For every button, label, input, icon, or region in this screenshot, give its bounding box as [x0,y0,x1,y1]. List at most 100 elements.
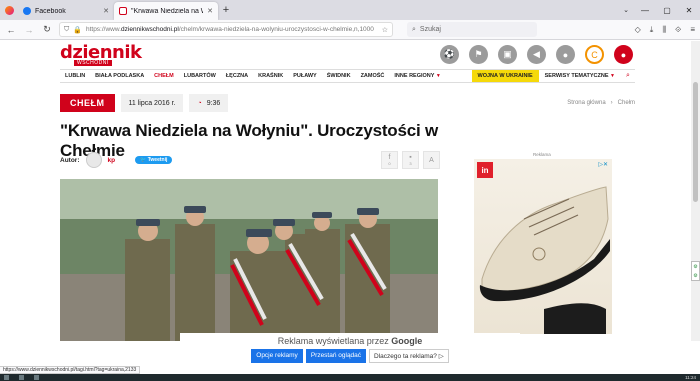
browser-window: Facebook ✕ "Krwawa Niedziela na Wołyniu"… [0,0,700,381]
lock-icon[interactable]: 🔒 [73,26,82,34]
nav-item-inne-regiony[interactable]: INNE REGIONY ▼ [389,73,445,79]
war-in-ukraine-link[interactable]: WOJNA W UKRAINIE [471,70,539,82]
article-time: ◔ 9:36 [189,94,229,112]
facebook-favicon-icon [23,7,31,15]
library-icon[interactable]: ⫼ [662,25,666,35]
ad-options-button[interactable]: Opcje reklamy [251,349,303,363]
user-icon[interactable]: ● [614,45,633,64]
close-window-button[interactable]: ✕ [678,0,700,20]
google-ad-text: Reklama wyświetlana przez Google [277,336,423,346]
sport2-icon[interactable]: ⚑ [469,45,488,64]
list-tabs-button[interactable]: ⌄ [618,0,634,20]
nav-item-leczna[interactable]: ŁĘCZNA [221,73,253,79]
tab-title: "Krwawa Niedziela na Wołyniu" [131,7,203,15]
facebook-share-button[interactable]: f0 [381,151,398,169]
navigation-toolbar: ← → ↻ ⛉ 🔒 https://www.dziennikwschodni.p… [0,20,700,40]
author-label: Autor: [60,156,80,164]
maximize-button[interactable]: ▢ [656,0,678,20]
tab-facebook[interactable]: Facebook ✕ [18,2,114,20]
stop-seeing-ad-button[interactable]: Przestań oglądać [305,349,367,363]
nav-item-lubartow[interactable]: LUBARTÓW [179,73,221,79]
floating-side-widget[interactable]: ⚙ ⚙ [691,261,700,281]
tab-dziennik[interactable]: "Krwawa Niedziela na Wołyniu" ✕ [114,2,218,20]
taskbar-app-icon[interactable] [19,375,24,380]
author-name[interactable]: kp [108,157,116,164]
font-size-button[interactable]: A [423,151,440,169]
font-size-icon: A [429,156,434,164]
search-bar[interactable]: ⌕ Szukaj [407,22,537,37]
comment-icon: ▪ [409,154,412,161]
city-badge[interactable]: CHEŁM [60,94,115,112]
dziennik-favicon-icon [119,7,127,15]
chat-icon[interactable]: ● [556,45,575,64]
search-placeholder: Szukaj [419,26,441,33]
pocket-icon[interactable]: ◇ [635,25,641,35]
new-tab-button[interactable]: + [218,0,234,20]
breadcrumb: Strona główna › Chełm [567,100,635,106]
veterans-parade-image [60,179,438,341]
tab-title: Facebook [35,7,66,15]
why-this-ad-button[interactable]: Dlaczego ta reklama? ▷ [369,349,449,363]
shield-icon[interactable]: ⛉ [64,26,69,34]
bookmark-star-icon[interactable]: ☆ [382,26,388,34]
ad-label: Reklama [533,152,551,157]
os-taskbar: 11:24 [0,374,700,381]
tweet-button[interactable]: 🐦 Tweetnij [135,156,173,164]
taskbar-app-icon[interactable] [34,375,39,380]
nav-item-biala-podlaska[interactable]: BIAŁA PODLASKA [90,73,149,79]
breadcrumb-separator: › [610,100,613,106]
article-meta: CHEŁM 11 lipca 2016 r. ◔ 9:36 Strona głów… [60,94,635,112]
reload-button[interactable]: ↻ [41,24,53,35]
nav-item-zamosc[interactable]: ZAMOŚĆ [356,73,390,79]
settings-icon: ⚙ [693,263,698,270]
article-date: 11 lipca 2016 r. [120,94,184,112]
breadcrumb-city[interactable]: Chełm [618,100,635,106]
address-bar[interactable]: ⛉ 🔒 https://www.dziennikwschodni.pl/chel… [59,22,393,37]
megaphone-icon[interactable]: ◀ [527,45,546,64]
breadcrumb-home[interactable]: Strona główna [567,100,605,106]
nav-item-lublin[interactable]: LUBLIN [60,73,90,79]
site-search-icon[interactable]: ⌕ [621,72,635,80]
extensions-icon[interactable]: ⟐ [675,25,681,35]
nav-item-krasnik[interactable]: KRAŚNIK [253,73,288,79]
site-logo[interactable]: dziennik WSCHODNI [60,43,180,71]
settings-icon: ⚙ [693,272,698,279]
thematic-services-menu[interactable]: SERWISY TEMATYCZNE ▼ [539,73,621,79]
close-tab-icon[interactable]: ✕ [207,7,213,15]
minimize-button[interactable]: — [634,0,656,20]
url-text: https://www.dziennikwschodni.pl/chelm/kr… [85,26,374,33]
vertical-scrollbar[interactable] [691,41,700,341]
start-icon[interactable] [4,375,9,380]
search-icon: ⌕ [412,25,416,33]
shoe-image [479,186,610,334]
close-tab-icon[interactable]: ✕ [103,7,109,15]
clock-icon: ◔ [197,99,202,107]
nav-item-chelm[interactable]: CHEŁM [149,73,179,79]
scrollbar-thumb[interactable] [693,82,698,202]
header-service-icons: ⚽ ⚑ ▣ ◀ ● C ● [440,45,633,64]
logo-c-icon[interactable]: C [585,45,604,64]
author-avatar [85,152,102,168]
nav-item-pulawy[interactable]: PUŁAWY [288,73,322,79]
article-photo[interactable] [60,179,438,341]
comments-button[interactable]: ▪ 3 [402,151,419,169]
google-ad-banner: Reklama wyświetlana przez Google Opcje r… [180,333,520,369]
status-url: https://www.dziennikwschodni.pl/tagi.htm… [0,366,141,374]
caret-down-icon: ▼ [610,73,615,79]
download-icon[interactable]: ⤓ [650,25,654,35]
jobs-icon[interactable]: ▣ [498,45,517,64]
shoe-advertisement[interactable]: in ▷✕ [474,159,612,334]
caret-down-icon: ▼ [435,73,441,79]
nav-item-swidnik[interactable]: ŚWIDNIK [322,73,356,79]
firefox-icon [4,5,14,15]
author-row: Autor: kp 🐦 Tweetnij f0 ▪ 3 A [60,150,440,170]
facebook-icon: f [388,154,391,161]
back-button[interactable]: ← [5,25,17,35]
sport-icon[interactable]: ⚽ [440,45,459,64]
web-page: dziennik WSCHODNI ⚽ ⚑ ▣ ◀ ● C ● LUBLIN B… [0,41,700,341]
main-navigation: LUBLIN BIAŁA PODLASKA CHEŁM LUBARTÓW ŁĘC… [60,69,635,83]
menu-icon[interactable]: ≡ [690,25,695,35]
taskbar-clock: 11:24 [685,375,696,380]
forward-button[interactable]: → [23,25,35,35]
firefox-view-button[interactable] [0,0,18,20]
